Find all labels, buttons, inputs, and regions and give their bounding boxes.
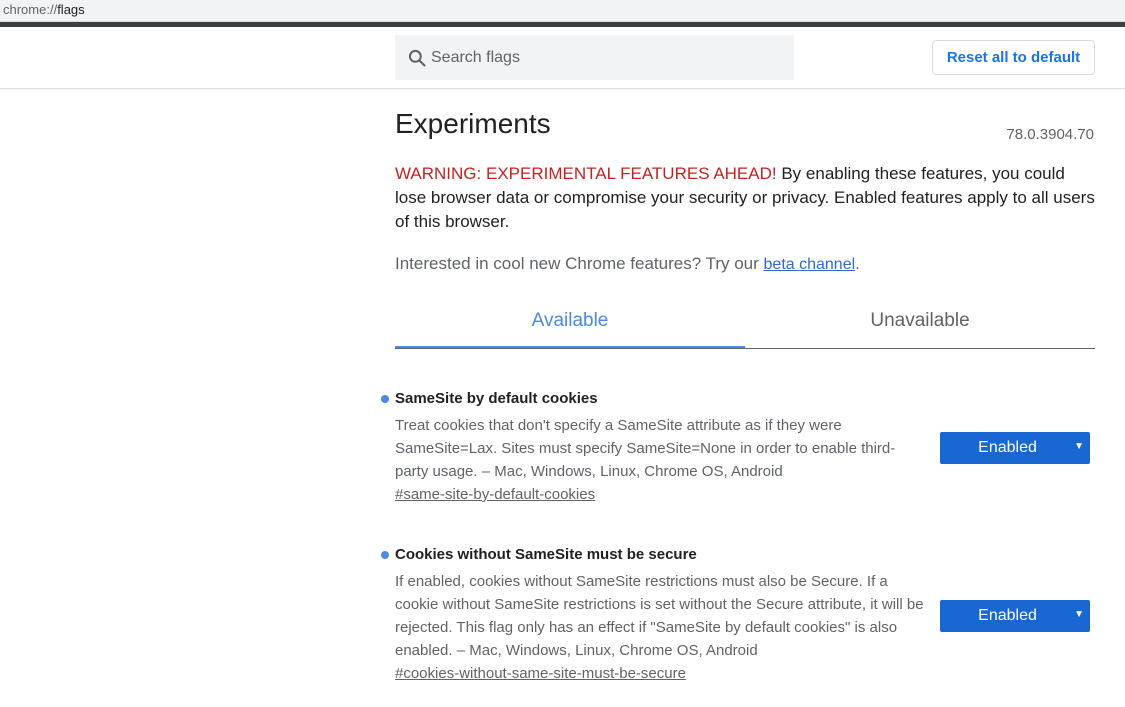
url-scheme: chrome:// <box>3 2 58 17</box>
dropdown-arrow-icon: ▼ <box>1074 441 1084 452</box>
experiment-modified-dot <box>381 395 389 403</box>
beta-promo-text: Interested in cool new Chrome features? … <box>395 254 764 273</box>
reset-all-button[interactable]: Reset all to default <box>932 40 1095 75</box>
address-bar-url[interactable]: chrome://flags <box>3 2 85 17</box>
tab-available[interactable]: Available <box>395 300 745 348</box>
experiment-permalink[interactable]: #same-site-by-default-cookies <box>395 486 595 503</box>
experiment-item: SameSite by default cookies Treat cookie… <box>381 389 1095 504</box>
experiment-state-select[interactable]: Enabled ▼ <box>940 432 1090 464</box>
search-box[interactable] <box>395 35 794 80</box>
experiment-state-value: Enabled <box>978 439 1037 456</box>
beta-channel-link[interactable]: beta channel <box>764 256 856 273</box>
experiment-description: Treat cookies that don't specify a SameS… <box>395 417 896 480</box>
dropdown-arrow-icon: ▼ <box>1074 609 1084 620</box>
address-bar[interactable]: chrome://flags <box>0 0 1125 22</box>
search-input[interactable] <box>431 35 786 80</box>
version-number: 78.0.3904.70 <box>1006 126 1094 143</box>
warning-message: WARNING: EXPERIMENTAL FEATURES AHEAD! By… <box>395 162 1095 234</box>
experiment-permalink[interactable]: #cookies-without-same-site-must-be-secur… <box>395 665 686 682</box>
experiment-description: If enabled, cookies without SameSite res… <box>395 573 924 659</box>
experiment-name: Cookies without SameSite must be secure <box>395 546 697 563</box>
search-icon <box>408 49 426 67</box>
page-title: Experiments <box>395 108 551 139</box>
experiment-item: Cookies without SameSite must be secure … <box>381 545 1095 683</box>
tab-unavailable[interactable]: Unavailable <box>745 300 1095 348</box>
beta-promo: Interested in cool new Chrome features? … <box>395 254 860 274</box>
tab-bar: Available Unavailable <box>395 300 1095 349</box>
experiment-modified-dot <box>381 551 389 559</box>
flags-header: Reset all to default <box>0 27 1125 89</box>
experiment-state-select[interactable]: Enabled ▼ <box>940 600 1090 632</box>
url-host: flags <box>57 2 85 17</box>
warning-prefix: WARNING: EXPERIMENTAL FEATURES AHEAD! <box>395 164 777 183</box>
experiment-name: SameSite by default cookies <box>395 390 598 407</box>
experiment-state-value: Enabled <box>978 607 1037 624</box>
beta-promo-suffix: . <box>855 254 860 273</box>
